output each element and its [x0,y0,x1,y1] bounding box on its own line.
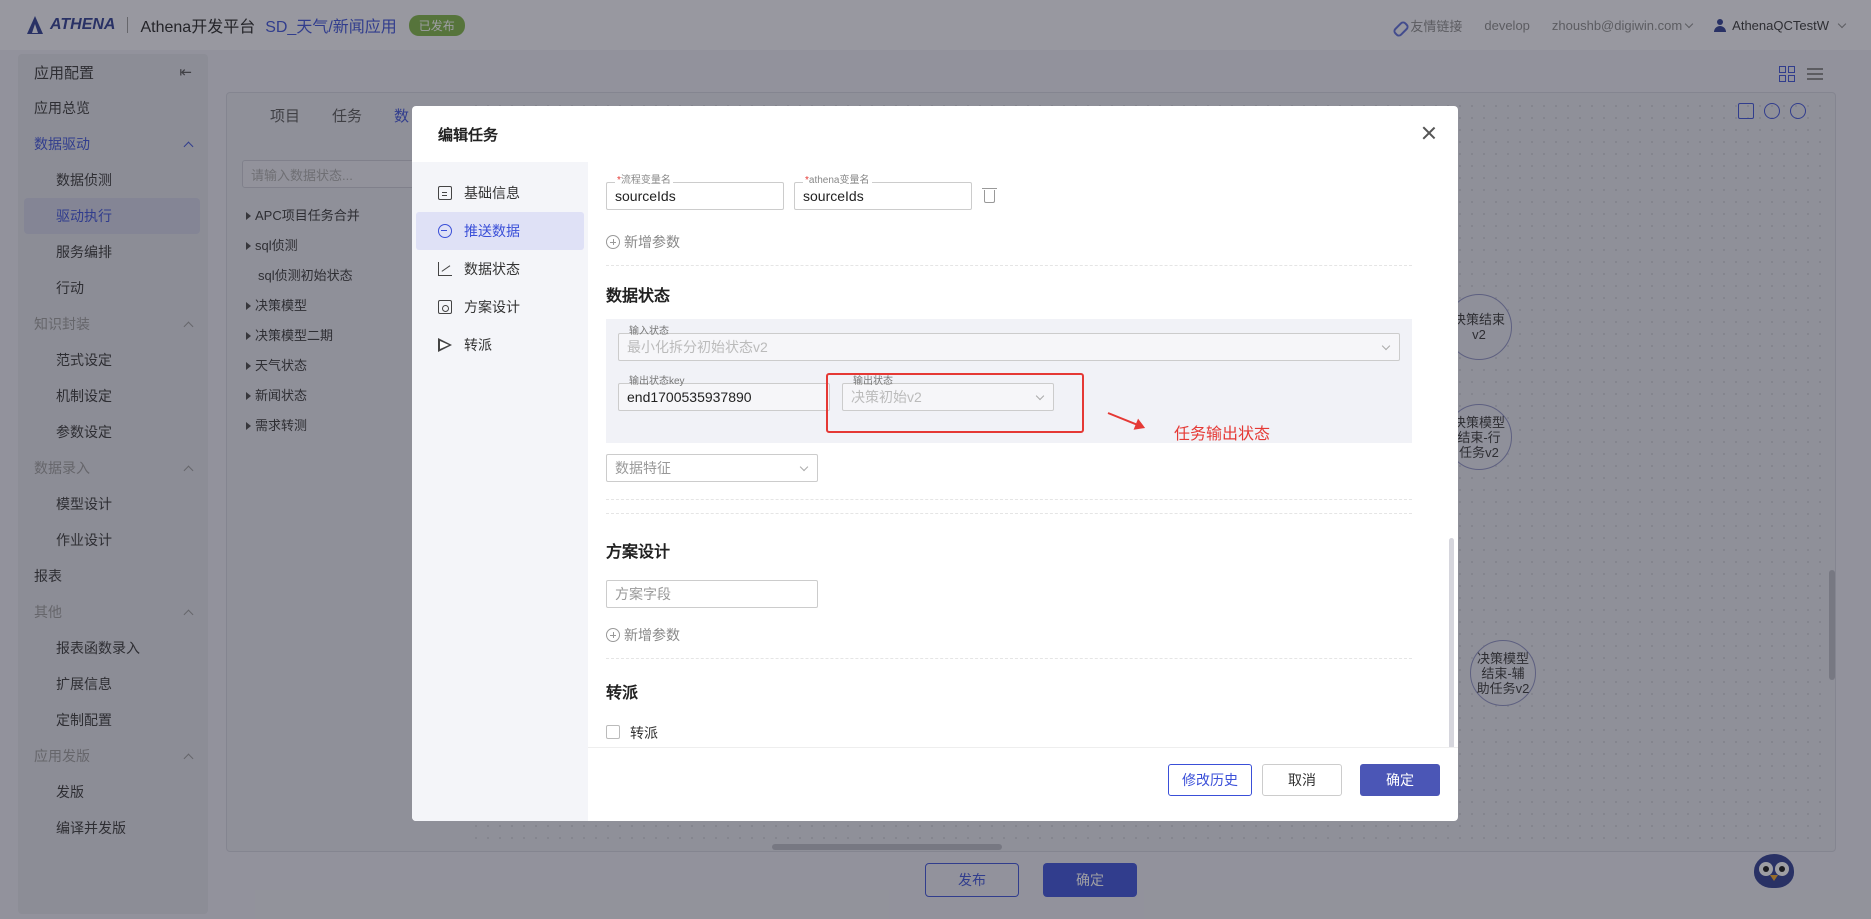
plus-circle-icon [606,628,620,642]
add-param-button[interactable]: 新增参数 [606,232,680,252]
plan-field-input[interactable]: 方案字段 [606,580,818,608]
send-icon [438,338,452,352]
field-value: sourceIds [803,188,864,204]
input-state-select: 输入状态 最小化拆分初始状态v2 [618,326,1400,361]
section-divider [606,265,1412,266]
chevron-down-icon [799,462,809,472]
nav-data-state[interactable]: 数据状态 [416,250,584,288]
modal-header: 编辑任务 [412,106,1458,162]
nav-label: 转派 [464,337,492,353]
field-value: sourceIds [615,188,676,204]
nav-push-data[interactable]: 推送数据 [416,212,584,250]
athena-variable-input[interactable]: *athena变量名 sourceIds [794,175,972,210]
edit-task-modal: 编辑任务 基础信息 推送数据 数据状态 方案设计 转派 *流程变量名 sourc… [412,106,1458,821]
reassign-checkbox-label: 转派 [630,725,658,741]
field-label: *流程变量名 [615,175,673,187]
nav-label: 基础信息 [464,185,520,201]
process-variable-input[interactable]: *流程变量名 sourceIds [606,175,784,210]
close-icon[interactable] [1422,126,1436,140]
nav-label: 方案设计 [464,299,520,315]
nav-plan-design[interactable]: 方案设计 [416,288,584,326]
plan-design-title: 方案设计 [606,544,671,561]
field-value: 最小化拆分初始状态v2 [627,339,768,355]
nav-label: 推送数据 [464,223,520,239]
plus-circle-icon [606,235,620,249]
add-param-label: 新增参数 [624,627,680,643]
field-placeholder: 方案字段 [615,586,671,602]
field-placeholder: 数据特征 [615,460,671,476]
output-state-key-input: 输出状态key end1700535937890 [618,376,830,411]
nav-basic-info[interactable]: 基础信息 [416,174,584,212]
add-plan-param-button[interactable]: 新增参数 [606,625,680,645]
ok-button[interactable]: 确定 [1360,764,1440,796]
reassign-checkbox[interactable] [606,725,620,739]
push-icon [438,224,452,238]
document-icon [438,186,452,200]
modal-scrollbar[interactable] [1449,538,1454,747]
delete-icon[interactable] [982,188,997,203]
field-label: *athena变量名 [803,175,872,187]
reassign-title: 转派 [606,685,639,702]
section-divider [606,658,1412,659]
modal-body: *流程变量名 sourceIds *athena变量名 sourceIds 新增… [588,162,1458,747]
nav-label: 数据状态 [464,261,520,277]
data-feature-select[interactable]: 数据特征 [606,454,818,482]
add-param-label: 新增参数 [624,234,680,250]
edit-history-button[interactable]: 修改历史 [1168,764,1252,796]
nav-reassign[interactable]: 转派 [416,326,584,364]
cancel-button[interactable]: 取消 [1262,764,1342,796]
section-divider [606,513,1412,514]
modal-footer: 修改历史 取消 确定 [588,747,1458,821]
section-divider [606,499,1412,500]
field-label: 输入状态 [629,326,669,337]
annotation-highlight-box [826,373,1084,433]
plan-icon [438,300,452,314]
chevron-down-icon [1381,341,1391,351]
modal-nav: 基础信息 推送数据 数据状态 方案设计 转派 [412,162,588,821]
field-label: 输出状态key [629,376,685,387]
field-value: end1700535937890 [627,389,752,405]
modal-title: 编辑任务 [438,126,499,144]
data-state-title: 数据状态 [606,288,671,305]
line-chart-icon [438,262,452,276]
annotation-text: 任务输出状态 [1174,426,1271,443]
